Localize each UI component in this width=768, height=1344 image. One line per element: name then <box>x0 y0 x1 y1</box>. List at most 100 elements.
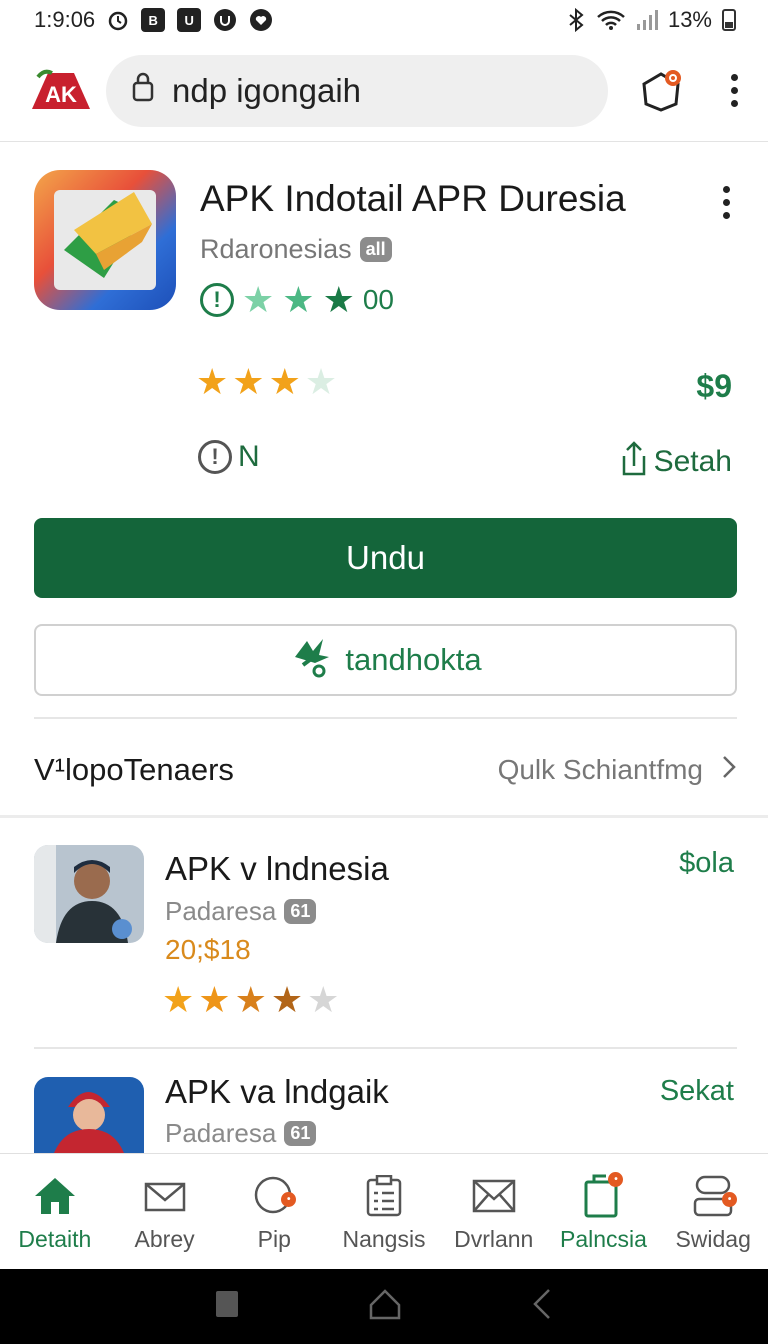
notification-icon <box>642 69 681 112</box>
list-item-developer: Padaresa <box>165 1118 277 1148</box>
nav-item-detaith[interactable]: Detaith <box>0 1154 110 1269</box>
list-item-subtitle: Padaresa 61 <box>165 896 317 927</box>
status-time: 1:9:06 <box>34 7 96 32</box>
list-item-title[interactable]: APK va lndgaik <box>165 1073 389 1111</box>
info-icon: ! <box>198 440 232 474</box>
book-icon: • <box>579 1172 627 1220</box>
heart-icon <box>249 8 273 32</box>
nav-label: Detaith <box>18 1226 92 1252</box>
star-rating: ★ ★ ★ ★ <box>196 364 337 400</box>
section-divider <box>0 815 768 818</box>
wifi-icon <box>596 9 626 31</box>
chevron-right-icon <box>721 754 737 787</box>
app-price: $9 <box>696 368 732 404</box>
nav-item-pip[interactable]: • Pip <box>219 1154 329 1269</box>
star-filled-icon: ★ <box>198 979 231 1020</box>
nav-label: Nangsis <box>342 1226 426 1252</box>
developer-badge: all <box>359 237 392 262</box>
account-icon: • <box>689 1172 738 1220</box>
list-item-price: $ola <box>679 847 734 879</box>
app-icon <box>34 170 176 310</box>
rating-count: 00 <box>362 284 394 315</box>
shield-icon <box>213 8 237 32</box>
n-label: N <box>238 440 260 473</box>
more-icon <box>722 186 730 193</box>
nav-item-nangsis[interactable]: Nangsis <box>329 1154 439 1269</box>
logo-text: AK <box>45 82 77 107</box>
nav-item-dvrlann[interactable]: Dvrlann <box>439 1154 549 1269</box>
list-item-badge: 61 <box>284 1121 317 1146</box>
system-navigation-bar <box>0 1269 768 1344</box>
info-icon: ! <box>200 283 234 317</box>
leaf-icon <box>289 633 335 687</box>
star-icon: ★ <box>242 279 275 320</box>
list-item-thumbnail[interactable] <box>34 845 144 943</box>
back-button[interactable] <box>531 1287 553 1326</box>
notification-button[interactable] <box>638 68 684 114</box>
star-icon: ★ <box>322 279 355 320</box>
list-item-developer: Padaresa <box>165 896 277 926</box>
more-menu-button[interactable] <box>724 74 744 107</box>
clipboard-icon <box>360 1172 408 1220</box>
battery-percent: 13% <box>667 7 712 32</box>
nav-label: Dvrlann <box>454 1226 534 1252</box>
site-logo[interactable]: AK <box>28 67 94 115</box>
back-icon <box>533 1289 551 1319</box>
address-bar[interactable]: ndp igongaih <box>106 54 608 127</box>
list-item-extra: 20;$18 <box>165 934 251 965</box>
nav-item-abrey[interactable]: Abrey <box>110 1154 220 1269</box>
share-label: Setah <box>653 445 732 478</box>
notification-badge: • <box>722 1192 738 1207</box>
star-filled-icon: ★ <box>268 361 301 402</box>
section-link[interactable]: Qulk Schiantfmg <box>498 754 737 787</box>
nav-label: Swidag <box>675 1226 751 1252</box>
status-bar: 1:9:06 B U 13% <box>0 0 768 40</box>
home-nav-icon <box>369 1289 401 1320</box>
divider <box>34 717 737 719</box>
install-button[interactable]: Undu <box>34 518 737 598</box>
section-link-label: Qulk Schiantfmg <box>497 754 703 785</box>
star-filled-icon: ★ <box>196 361 229 402</box>
nav-label: Palncsia <box>559 1226 647 1252</box>
list-item-badge: 61 <box>284 899 317 924</box>
app-title: APK Indotail APR Duresia <box>200 178 626 219</box>
app-developer-row: Rdaronesias all <box>200 234 392 265</box>
list-item-stars: ★ ★ ★ ★ ★ <box>162 982 339 1018</box>
home-button[interactable] <box>368 1287 402 1326</box>
list-item-thumbnail[interactable] <box>34 1077 144 1153</box>
lock-icon <box>132 72 154 110</box>
section-title: V¹lopoTenaers <box>34 752 234 787</box>
chat-icon: • <box>250 1172 298 1220</box>
signal-icon <box>636 9 658 31</box>
n-info: ! N <box>198 440 260 474</box>
star-empty-icon: ★ <box>307 979 340 1020</box>
recents-icon <box>215 1291 238 1317</box>
secondary-button-label: tandhokta <box>345 642 482 677</box>
divider <box>34 1047 737 1049</box>
app-notification-icon: U <box>177 8 202 32</box>
nav-item-palncsia[interactable]: • Palncsia <box>549 1154 659 1269</box>
developer-name[interactable]: Rdaronesias <box>200 234 352 265</box>
envelope-icon <box>470 1172 518 1220</box>
nav-item-swidag[interactable]: • Swidag <box>658 1154 768 1269</box>
app-notification-icon: B <box>141 8 166 32</box>
browser-toolbar: AK ndp igongaih <box>0 40 768 142</box>
nav-label: Pip <box>257 1226 291 1252</box>
mail-icon <box>141 1172 189 1220</box>
list-item-title[interactable]: APK v lndnesia <box>165 850 389 888</box>
star-icon: ★ <box>282 279 315 320</box>
star-filled-icon: ★ <box>162 979 195 1020</box>
bluetooth-icon <box>566 8 586 32</box>
list-item-subtitle: Padaresa 61 <box>165 1118 317 1149</box>
app-more-button[interactable] <box>716 186 736 219</box>
share-button[interactable]: Setah <box>620 440 732 484</box>
nav-label: Abrey <box>134 1226 195 1252</box>
home-icon <box>31 1172 79 1220</box>
bottom-navigation: Detaith Abrey • Pip Nangsis Dvrlann • Pa… <box>0 1153 768 1269</box>
address-text: ndp igongaih <box>172 71 362 109</box>
recents-button[interactable] <box>215 1290 239 1323</box>
star-filled-icon: ★ <box>232 361 265 402</box>
star-filled-icon: ★ <box>234 979 267 1020</box>
secondary-button[interactable]: tandhokta <box>34 624 737 696</box>
alarm-icon <box>107 9 129 31</box>
